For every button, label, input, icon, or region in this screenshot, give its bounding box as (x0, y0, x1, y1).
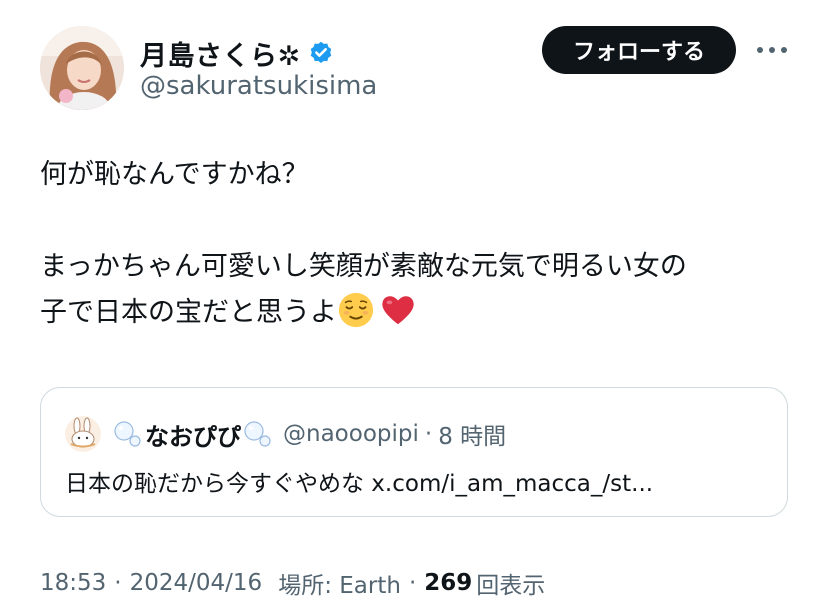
tweet-time[interactable]: 18:53 (40, 570, 106, 596)
verified-badge-icon (310, 41, 331, 63)
author-handle[interactable]: @sakuratsukisima (140, 71, 377, 101)
avatar-photo (40, 26, 124, 110)
tweet-location: 場所: Earth (278, 573, 401, 599)
quoted-handle[interactable]: @naooopipi (283, 421, 419, 447)
tweet-line-3: 子で日本の宝だと思うよ (40, 297, 337, 328)
bubbles-icon (114, 421, 141, 447)
separator-dot: · (114, 570, 122, 596)
author-display-name[interactable]: 月島さくら✲ (140, 34, 301, 73)
more-horizontal-icon[interactable] (755, 40, 789, 60)
quoted-display-name[interactable]: なおぴぴ (145, 417, 241, 452)
quoted-tweet-card[interactable]: なおぴぴ @naooopipi · 8 時間 日本の恥だから今すぐやめな x.c… (40, 387, 788, 517)
quoted-tweet-text: 日本の恥だから今すぐやめな x.com/i_am_macca_/st... (65, 471, 654, 497)
tweet-line-1: 何が恥なんですかね？ (40, 159, 309, 190)
view-count-label: 回表示 (476, 573, 546, 599)
view-count: 269 (424, 570, 473, 596)
author-name-row[interactable]: 月島さくら✲ (140, 34, 335, 73)
bubbles-icon (244, 421, 271, 447)
tweet-text: 何が恥なんですかね？ まっかちゃん可愛いし笑顔が素敵な元気で明るい女の 子で日本… (40, 152, 800, 336)
tweet-line-2: まっかちゃん可愛いし笑顔が素敵な元気で明るい女の (40, 251, 687, 282)
red-heart-emoji (382, 296, 414, 325)
separator-dot: · (408, 570, 417, 596)
bunny-avatar-icon[interactable] (65, 416, 101, 452)
author-avatar[interactable] (40, 26, 124, 110)
relieved-face-emoji (338, 292, 374, 328)
tweet-date[interactable]: 2024/04/16 (130, 570, 263, 596)
quoted-tweet-header: なおぴぴ @naooopipi · 8 時間 (65, 416, 506, 452)
tweet-metadata: 18:53 · 2024/04/16 場所: Earth · 269 回表示 (40, 566, 545, 600)
tweet-line-3-container: 子で日本の宝だと思うよ (40, 290, 800, 336)
separator-dot: · (424, 421, 433, 447)
quoted-timestamp[interactable]: 8 時間 (438, 417, 506, 451)
follow-button[interactable]: フォローする (542, 26, 736, 74)
